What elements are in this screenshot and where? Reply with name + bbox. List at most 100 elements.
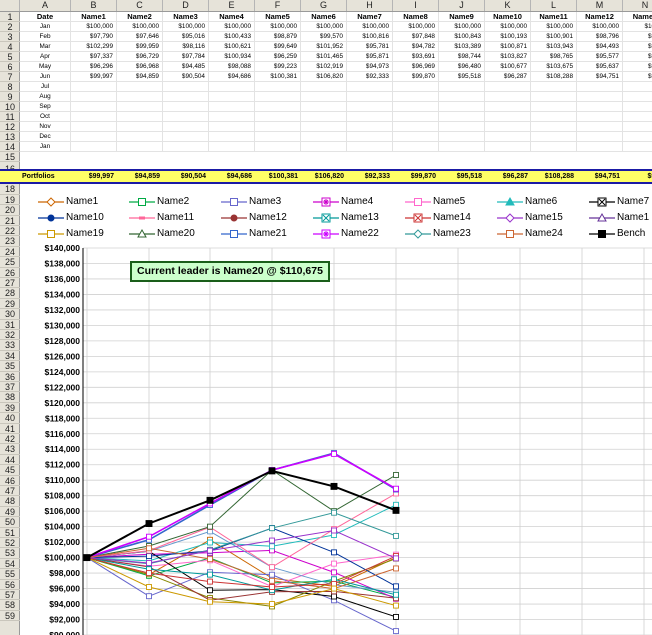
row-header-56[interactable]: 56 bbox=[0, 580, 20, 590]
portfolio-value[interactable]: $95,0 bbox=[623, 171, 652, 182]
legend-item-name1[interactable]: Name1 bbox=[38, 195, 128, 209]
empty-cell[interactable] bbox=[71, 142, 117, 152]
legend-item-name15[interactable]: Name15 bbox=[497, 211, 587, 225]
date-cell[interactable]: Feb bbox=[20, 32, 71, 42]
column-header-m[interactable]: M bbox=[577, 0, 623, 11]
empty-cell[interactable] bbox=[439, 122, 485, 132]
portfolio-value[interactable]: $100,381 bbox=[255, 171, 301, 182]
header-cell[interactable]: Name6 bbox=[301, 12, 347, 22]
empty-cell[interactable] bbox=[439, 142, 485, 152]
row-header-18[interactable]: 18 bbox=[0, 184, 20, 195]
empty-cell[interactable] bbox=[301, 122, 347, 132]
empty-cell[interactable] bbox=[439, 132, 485, 142]
empty-cell[interactable] bbox=[347, 112, 393, 122]
value-cell[interactable]: $103,943 bbox=[531, 42, 577, 52]
empty-cell[interactable] bbox=[393, 132, 439, 142]
portfolio-value[interactable]: $90,504 bbox=[163, 171, 209, 182]
row-header-54[interactable]: 54 bbox=[0, 559, 20, 570]
value-cell[interactable]: $100,000 bbox=[485, 22, 531, 32]
empty-cell[interactable] bbox=[531, 82, 577, 92]
date-cell[interactable]: Apr bbox=[20, 52, 71, 62]
date-cell[interactable]: Jul bbox=[20, 82, 71, 92]
value-cell[interactable]: $94,782 bbox=[393, 42, 439, 52]
empty-cell[interactable] bbox=[71, 112, 117, 122]
empty-cell[interactable] bbox=[393, 142, 439, 152]
value-cell[interactable]: $99,649 bbox=[255, 42, 301, 52]
empty-cell[interactable] bbox=[301, 92, 347, 102]
value-cell[interactable]: $96,296 bbox=[71, 62, 117, 72]
row-header-14[interactable]: 14 bbox=[0, 142, 20, 152]
value-cell[interactable]: $98,879 bbox=[255, 32, 301, 42]
date-cell[interactable]: Jan bbox=[20, 142, 71, 152]
value-cell[interactable]: $98,088 bbox=[209, 62, 255, 72]
value-cell[interactable]: $100,000 bbox=[577, 22, 623, 32]
value-cell[interactable]: $97,646 bbox=[117, 32, 163, 42]
empty-cell[interactable] bbox=[163, 142, 209, 152]
row-header-7[interactable]: 7 bbox=[0, 72, 20, 82]
value-cell[interactable]: $102,919 bbox=[301, 62, 347, 72]
value-cell[interactable]: $96,259 bbox=[255, 52, 301, 62]
row-header-51[interactable]: 51 bbox=[0, 528, 20, 538]
portfolio-line-chart[interactable]: $140,000 $138,000 $136,000 $134,000 $132,000… bbox=[20, 240, 652, 635]
row-header-34[interactable]: 34 bbox=[0, 351, 20, 362]
row-header-44[interactable]: 44 bbox=[0, 455, 20, 466]
empty-cell[interactable] bbox=[117, 132, 163, 142]
empty-cell[interactable] bbox=[393, 82, 439, 92]
empty-cell[interactable] bbox=[209, 122, 255, 132]
empty-cell[interactable] bbox=[577, 102, 623, 112]
value-cell[interactable]: $100,433 bbox=[209, 32, 255, 42]
empty-cell[interactable] bbox=[439, 92, 485, 102]
empty-cell[interactable] bbox=[255, 142, 301, 152]
legend-item-name14[interactable]: Name14 bbox=[405, 211, 495, 225]
value-cell[interactable]: $99,570 bbox=[301, 32, 347, 42]
empty-cell[interactable] bbox=[71, 122, 117, 132]
value-cell[interactable]: $96,729 bbox=[117, 52, 163, 62]
column-header-l[interactable]: L bbox=[531, 0, 577, 11]
date-cell[interactable]: Nov bbox=[20, 122, 71, 132]
portfolio-value[interactable]: $94,686 bbox=[209, 171, 255, 182]
empty-cell[interactable] bbox=[393, 102, 439, 112]
row-header-31[interactable]: 31 bbox=[0, 320, 20, 330]
value-cell[interactable]: $100,381 bbox=[255, 72, 301, 82]
row-header-22[interactable]: 22 bbox=[0, 226, 20, 237]
empty-cell[interactable] bbox=[209, 92, 255, 102]
value-cell[interactable]: $98,744 bbox=[439, 52, 485, 62]
portfolio-value[interactable]: $108,288 bbox=[531, 171, 577, 182]
header-cell[interactable]: Name2 bbox=[117, 12, 163, 22]
value-cell[interactable]: $98,116 bbox=[163, 42, 209, 52]
empty-cell[interactable] bbox=[117, 142, 163, 152]
row-header-39[interactable]: 39 bbox=[0, 403, 20, 414]
header-cell[interactable]: Name3 bbox=[163, 12, 209, 22]
value-cell[interactable]: $97,337 bbox=[71, 52, 117, 62]
empty-cell[interactable] bbox=[301, 112, 347, 122]
empty-cell[interactable] bbox=[531, 132, 577, 142]
empty-cell[interactable] bbox=[623, 92, 652, 102]
value-cell[interactable]: $93,691 bbox=[393, 52, 439, 62]
value-cell[interactable]: $94,686 bbox=[209, 72, 255, 82]
column-header-h[interactable]: H bbox=[347, 0, 393, 11]
empty-cell[interactable] bbox=[485, 92, 531, 102]
empty-cell[interactable] bbox=[163, 102, 209, 112]
value-cell[interactable]: $100,000 bbox=[209, 22, 255, 32]
empty-cell[interactable] bbox=[163, 132, 209, 142]
row-header-41[interactable]: 41 bbox=[0, 424, 20, 434]
value-cell[interactable]: $100,000 bbox=[117, 22, 163, 32]
legend-item-bench[interactable]: Bench bbox=[589, 227, 652, 241]
empty-cell[interactable] bbox=[255, 92, 301, 102]
row-header-19[interactable]: 19 bbox=[0, 195, 20, 206]
value-cell[interactable]: $100,871 bbox=[485, 42, 531, 52]
value-cell[interactable]: $97,848 bbox=[393, 32, 439, 42]
value-cell[interactable]: $95,016 bbox=[163, 32, 209, 42]
row-header-49[interactable]: 49 bbox=[0, 507, 20, 518]
date-cell[interactable]: Mar bbox=[20, 42, 71, 52]
legend-item-name1[interactable]: Name1 bbox=[589, 211, 652, 225]
row-header-13[interactable]: 13 bbox=[0, 132, 20, 142]
row-header-48[interactable]: 48 bbox=[0, 496, 20, 507]
value-cell[interactable]: $99,997 bbox=[71, 72, 117, 82]
empty-cell[interactable] bbox=[623, 122, 652, 132]
empty-cell[interactable] bbox=[209, 82, 255, 92]
value-cell[interactable]: $95,577 bbox=[577, 52, 623, 62]
header-cell[interactable]: Name10 bbox=[485, 12, 531, 22]
row-header-33[interactable]: 33 bbox=[0, 340, 20, 351]
row-header-26[interactable]: 26 bbox=[0, 268, 20, 278]
